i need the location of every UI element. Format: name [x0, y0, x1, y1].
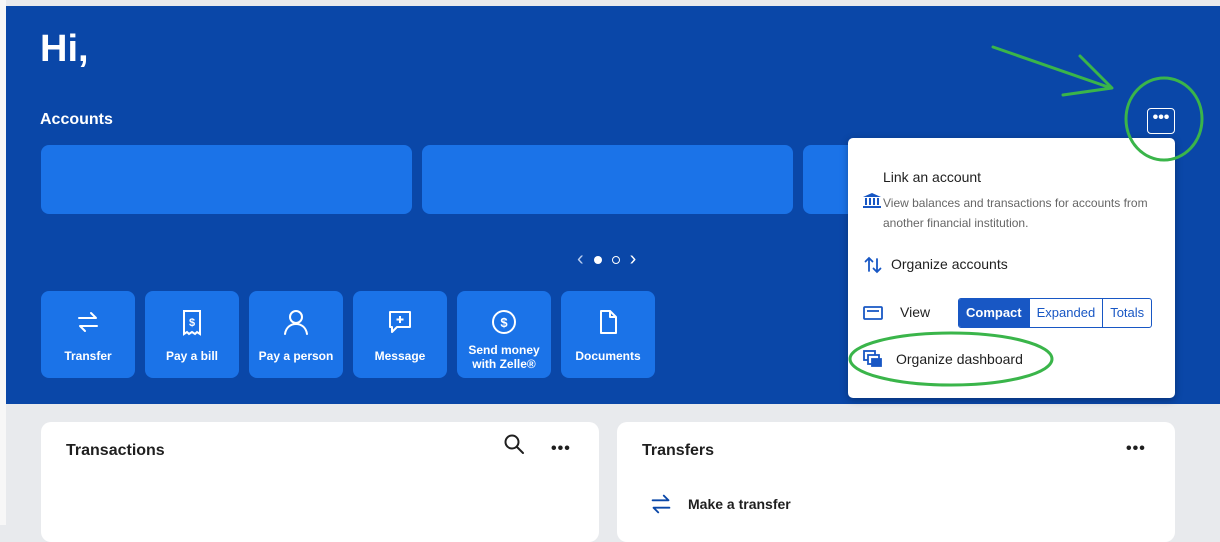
view-card-icon	[863, 306, 883, 320]
svg-text:$: $	[189, 317, 195, 329]
transactions-more-button[interactable]: •••	[551, 440, 571, 458]
transfers-panel: Transfers ••• Make a transfer	[617, 422, 1175, 542]
documents-action-button[interactable]: Documents	[561, 291, 655, 378]
view-compact-option[interactable]: Compact	[959, 299, 1029, 327]
link-account-description: View balances and transactions for accou…	[883, 196, 1148, 230]
zelle-dollar-icon: $	[492, 310, 516, 334]
bill-icon: $	[183, 310, 201, 336]
accounts-more-button[interactable]: •••	[1147, 108, 1175, 134]
transfers-more-button[interactable]: •••	[1126, 440, 1146, 458]
account-card[interactable]	[422, 145, 793, 214]
action-label: Transfer	[64, 349, 112, 363]
transactions-title: Transactions	[66, 442, 165, 459]
greeting: Hi,	[40, 28, 89, 70]
zelle-action-button[interactable]: $ Send money with Zelle®	[457, 291, 551, 378]
carousel-dot-active[interactable]	[593, 255, 602, 264]
view-totals-option[interactable]: Totals	[1102, 299, 1151, 327]
message-icon	[389, 311, 411, 333]
make-transfer-link[interactable]: Make a transfer	[688, 496, 791, 512]
transactions-panel: Transactions •••	[41, 422, 599, 542]
carousel-prev-button[interactable]: ‹	[577, 248, 584, 271]
accounts-heading: Accounts	[40, 111, 113, 128]
person-icon	[284, 310, 308, 335]
view-toggle: Compact Expanded Totals	[958, 298, 1153, 328]
pay-bill-action-button[interactable]: $ Pay a bill	[145, 291, 239, 378]
action-label: Pay a bill	[165, 349, 219, 363]
search-icon[interactable]	[503, 433, 525, 455]
message-action-button[interactable]: Message	[353, 291, 447, 378]
action-label: Send money with Zelle®	[468, 343, 540, 371]
organize-dashboard-item[interactable]: Organize dashboard	[896, 351, 1023, 367]
transfer-icon	[78, 312, 98, 332]
sort-arrows-icon	[864, 256, 882, 274]
accounts-carousel-pager: ‹ ›	[577, 248, 636, 271]
account-card[interactable]	[41, 145, 412, 214]
action-label: Pay a person	[258, 349, 334, 363]
transfers-title: Transfers	[642, 442, 715, 459]
quick-actions: Transfer $ Pay a bill Pay a person Messa…	[41, 291, 655, 378]
svg-text:$: $	[500, 315, 508, 330]
view-label: View	[900, 304, 931, 320]
link-account-item[interactable]: Link an account	[883, 169, 981, 185]
bank-icon	[863, 193, 881, 208]
view-expanded-option[interactable]: Expanded	[1028, 299, 1103, 327]
carousel-next-button[interactable]: ›	[630, 248, 637, 271]
transfer-icon	[651, 494, 671, 514]
action-label: Documents	[575, 349, 641, 363]
dashboard-layers-icon	[863, 350, 882, 367]
carousel-dot[interactable]	[611, 255, 620, 264]
accounts-options-menu: Link an account View balances and transa…	[848, 138, 1175, 398]
document-icon	[600, 310, 617, 334]
organize-accounts-item[interactable]: Organize accounts	[891, 256, 1008, 272]
transfer-action-button[interactable]: Transfer	[41, 291, 135, 378]
action-label: Message	[374, 349, 426, 363]
pay-person-action-button[interactable]: Pay a person	[249, 291, 343, 378]
